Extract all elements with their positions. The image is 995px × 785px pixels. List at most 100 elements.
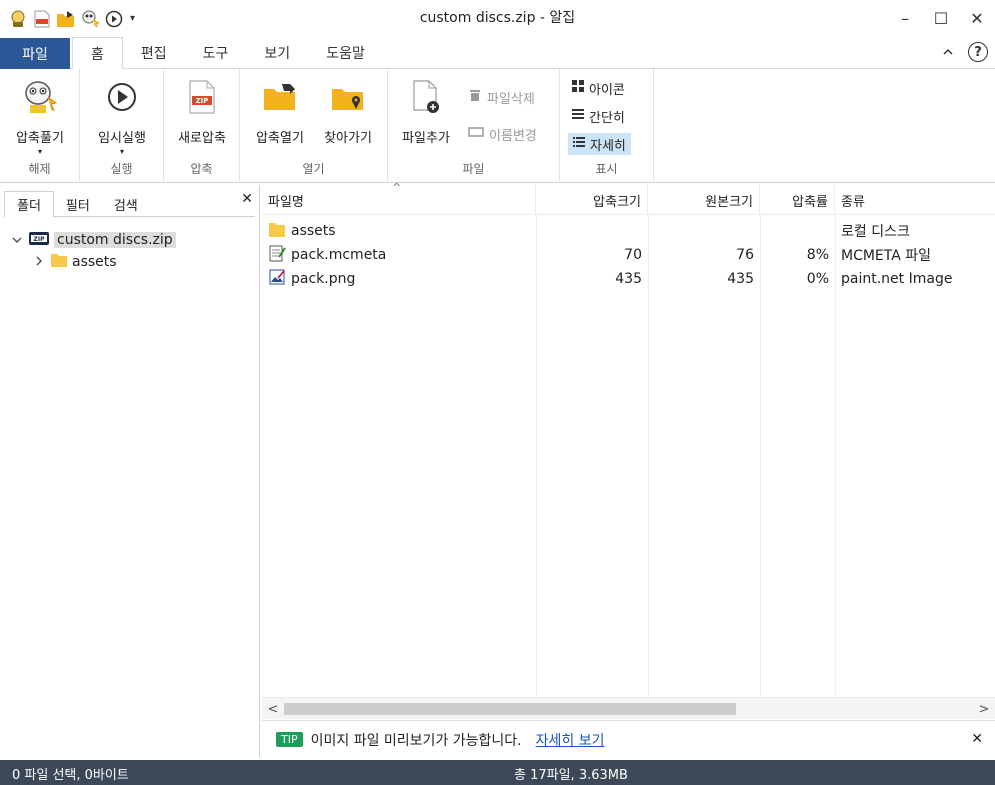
file-name: pack.png bbox=[291, 271, 356, 287]
zip-archive-icon: ZIP bbox=[28, 229, 50, 251]
add-file-label: 파일추가 bbox=[402, 131, 450, 146]
temp-run-label: 임시실행 bbox=[98, 131, 146, 146]
new-compress-label: 새로압축 bbox=[178, 131, 226, 146]
file-name: assets bbox=[291, 223, 336, 239]
tab-home[interactable]: 홈 bbox=[72, 37, 123, 70]
grid-icon bbox=[572, 80, 584, 96]
tree-assets-label: assets bbox=[72, 254, 117, 270]
extract-dropdown-icon[interactable]: ▾ bbox=[38, 147, 42, 156]
collapse-ribbon-icon[interactable] bbox=[937, 41, 959, 63]
tab-search[interactable]: 검색 bbox=[102, 191, 150, 217]
file-type: MCMETA 파일 bbox=[841, 248, 932, 264]
expand-chevron-icon[interactable] bbox=[32, 255, 46, 269]
scroll-left-icon[interactable]: < bbox=[262, 698, 284, 720]
ribbon-group-run: 임시실행 ▾ 실행 bbox=[80, 69, 164, 181]
sort-ascending-icon: ^ bbox=[392, 181, 402, 194]
folder-panel: 폴더 필터 검색 ✕ ZIP custom discs.zip assets bbox=[0, 185, 260, 758]
scroll-right-icon[interactable]: > bbox=[973, 698, 995, 720]
file-type: 로컬 디스크 bbox=[841, 224, 910, 240]
ratio: 0% bbox=[806, 271, 829, 287]
file-menu-tab[interactable]: 파일 bbox=[0, 38, 70, 69]
table-row[interactable]: pack.png 435 435 0% paint.net Image bbox=[262, 267, 995, 291]
tip-close-button[interactable]: ✕ bbox=[971, 731, 983, 747]
file-rows: assets 로컬 디스크 pack.mcmeta 70 76 8% MCMET… bbox=[262, 219, 995, 291]
trash-icon bbox=[468, 88, 482, 106]
svg-text:ZIP: ZIP bbox=[34, 236, 46, 243]
new-archive-icon[interactable] bbox=[32, 9, 52, 29]
original-size: 76 bbox=[736, 247, 754, 263]
open-folder-icon bbox=[260, 77, 300, 117]
view-detail-button[interactable]: 자세히 bbox=[568, 133, 631, 155]
alzip-logo-icon[interactable] bbox=[8, 9, 28, 29]
tree-node-assets[interactable]: assets bbox=[10, 251, 251, 273]
tab-edit[interactable]: 편집 bbox=[123, 37, 185, 69]
tab-tools[interactable]: 도구 bbox=[185, 37, 247, 69]
file-name: pack.mcmeta bbox=[291, 247, 387, 263]
play-icon bbox=[102, 77, 142, 117]
tree-node-root[interactable]: ZIP custom discs.zip bbox=[10, 229, 251, 251]
view-icons-button[interactable]: 아이콘 bbox=[568, 77, 629, 99]
selection-status: 0 파일 선택, 0바이트 bbox=[12, 768, 129, 783]
go-to-button[interactable]: 찾아가기 bbox=[316, 77, 380, 146]
group-label-run: 실행 bbox=[110, 162, 133, 176]
minimize-button[interactable]: – bbox=[887, 0, 923, 37]
extract-icon[interactable] bbox=[80, 9, 100, 29]
ribbon-group-compress: ZIP 새로압축 압축 bbox=[164, 69, 240, 181]
extract-icon bbox=[20, 77, 60, 117]
qat-dropdown-icon[interactable]: ▾ bbox=[130, 13, 135, 24]
tip-badge: TIP bbox=[276, 732, 303, 747]
tip-bar: TIP 이미지 파일 미리보기가 가능합니다. 자세히 보기 ✕ bbox=[262, 720, 995, 758]
ribbon-group-file: 파일추가 파일삭제 이름변경 파일 bbox=[388, 69, 560, 181]
total-status: 총 17파일, 3.63MB bbox=[514, 768, 628, 783]
temp-run-dropdown-icon[interactable]: ▾ bbox=[120, 147, 124, 156]
detail-list-icon bbox=[573, 136, 585, 152]
collapse-chevron-icon[interactable] bbox=[10, 234, 24, 247]
svg-text:ZIP: ZIP bbox=[196, 97, 209, 105]
column-header-row: 파일명 ^ 압축크기 원본크기 압축률 종류 bbox=[262, 181, 995, 215]
help-button[interactable]: ? bbox=[967, 41, 989, 63]
go-to-label: 찾아가기 bbox=[324, 131, 372, 146]
table-row[interactable]: pack.mcmeta 70 76 8% MCMETA 파일 bbox=[262, 243, 995, 267]
delete-file-button[interactable]: 파일삭제 bbox=[464, 86, 539, 108]
extract-button[interactable]: 압축풀기 ▾ bbox=[8, 77, 72, 156]
folder-icon bbox=[50, 252, 68, 272]
run-icon[interactable] bbox=[104, 9, 124, 29]
ribbon: 압축풀기 ▾ 해제 임시실행 ▾ 실행 ZIP 새로압축 압축 압축열기 찾아가… bbox=[0, 69, 995, 183]
add-file-button[interactable]: 파일추가 bbox=[394, 77, 458, 146]
tab-view[interactable]: 보기 bbox=[246, 37, 308, 69]
table-row[interactable]: assets 로컬 디스크 bbox=[262, 219, 995, 243]
open-archive-label: 압축열기 bbox=[256, 131, 304, 146]
tab-folder[interactable]: 폴더 bbox=[4, 191, 54, 218]
view-brief-button[interactable]: 간단히 bbox=[568, 105, 629, 127]
help-icon: ? bbox=[968, 42, 988, 62]
open-archive-button[interactable]: 압축열기 bbox=[250, 77, 310, 146]
tip-detail-link[interactable]: 자세히 보기 bbox=[536, 730, 605, 750]
ribbon-group-view: 아이콘 간단히 자세히 표시 bbox=[560, 69, 654, 181]
column-header-type[interactable]: 종류 bbox=[835, 185, 995, 215]
ribbon-group-extract: 압축풀기 ▾ 해제 bbox=[0, 69, 80, 181]
rename-button[interactable]: 이름변경 bbox=[464, 123, 541, 145]
tab-filter[interactable]: 필터 bbox=[54, 191, 102, 217]
menu-bar: 파일 홈 편집 도구 보기 도움말 ? bbox=[0, 37, 995, 70]
view-detail-label: 자세히 bbox=[590, 138, 626, 154]
text-file-icon bbox=[268, 244, 286, 266]
scroll-thumb[interactable] bbox=[284, 703, 736, 715]
close-button[interactable]: ✕ bbox=[959, 0, 995, 37]
packed-size: 435 bbox=[615, 271, 642, 287]
close-panel-button[interactable]: ✕ bbox=[241, 191, 253, 207]
column-header-name[interactable]: 파일명 ^ bbox=[262, 181, 536, 215]
column-header-size[interactable]: 원본크기 bbox=[648, 185, 760, 215]
new-compress-button[interactable]: ZIP 새로압축 bbox=[170, 77, 234, 146]
column-header-ratio[interactable]: 압축률 bbox=[760, 185, 835, 215]
status-bar: 0 파일 선택, 0바이트 총 17파일, 3.63MB bbox=[0, 760, 995, 785]
horizontal-scrollbar[interactable]: < > bbox=[262, 697, 995, 719]
temp-run-button[interactable]: 임시실행 ▾ bbox=[90, 77, 154, 156]
folder-tree: ZIP custom discs.zip assets bbox=[10, 229, 251, 273]
open-archive-icon[interactable] bbox=[56, 9, 76, 29]
group-label-view: 표시 bbox=[595, 162, 618, 176]
view-brief-label: 간단히 bbox=[589, 110, 625, 126]
tab-help[interactable]: 도움말 bbox=[308, 37, 383, 69]
column-header-packed[interactable]: 압축크기 bbox=[536, 185, 648, 215]
maximize-button[interactable]: ☐ bbox=[923, 0, 959, 37]
delete-file-label: 파일삭제 bbox=[487, 91, 535, 107]
